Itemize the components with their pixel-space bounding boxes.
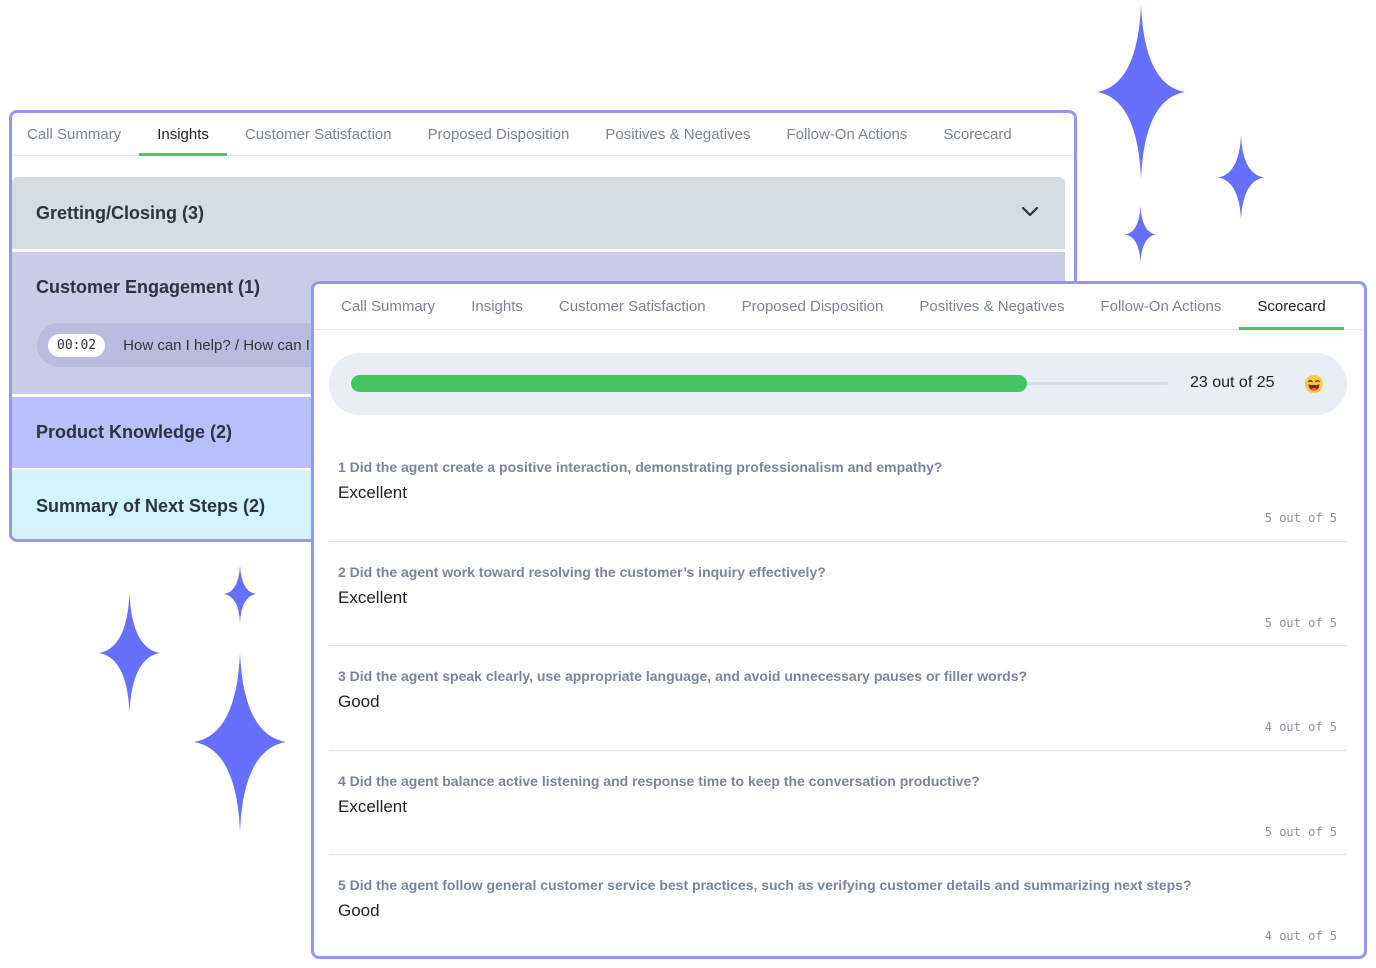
question-score: 5 out of 5	[1264, 511, 1337, 525]
question-answer: Excellent	[338, 796, 407, 816]
question-text: 1 Did the agent create a positive intera…	[338, 459, 943, 475]
tab-bar: Call Summary Insights Customer Satisfact…	[12, 113, 1074, 156]
scorecard-question: 5 Did the agent follow general customer …	[329, 855, 1347, 956]
sparkle-icon	[194, 653, 286, 831]
tab-call-summary[interactable]: Call Summary	[314, 284, 453, 329]
sparkle-icon	[1125, 206, 1156, 263]
scorecard-question: 4 Did the agent balance active listening…	[329, 751, 1347, 855]
tab-follow-on-actions[interactable]: Follow-On Actions	[1082, 284, 1239, 329]
sparkle-icon	[224, 565, 256, 623]
accordion-greeting-closing[interactable]: Gretting/Closing (3)	[12, 177, 1065, 249]
tab-follow-on-actions[interactable]: Follow-On Actions	[768, 113, 925, 155]
scorecard-question: 1 Did the agent create a positive intera…	[329, 437, 1347, 542]
transcript-snippet[interactable]: 00:02 How can I help? / How can I help y…	[37, 323, 357, 367]
tab-insights[interactable]: Insights	[139, 113, 227, 156]
accordion-title: Summary of Next Steps (2)	[36, 496, 266, 516]
question-score: 4 out of 5	[1264, 929, 1337, 943]
accordion-title: Gretting/Closing (3)	[36, 203, 204, 223]
accordion-title: Product Knowledge (2)	[36, 422, 233, 442]
question-answer: Excellent	[338, 483, 407, 502]
question-text: 5 Did the agent follow general customer …	[338, 877, 1192, 893]
question-text: 4 Did the agent balance active listening…	[338, 772, 980, 789]
question-score: 4 out of 5	[1264, 720, 1337, 734]
tab-scorecard[interactable]: Scorecard	[1239, 284, 1345, 330]
question-score: 5 out of 5	[1264, 824, 1337, 839]
tab-positives-negatives[interactable]: Positives & Negatives	[587, 113, 768, 155]
tab-customer-satisfaction[interactable]: Customer Satisfaction	[541, 284, 724, 329]
tab-proposed-disposition[interactable]: Proposed Disposition	[724, 284, 902, 329]
accordion-title: Customer Engagement (1)	[36, 277, 261, 297]
tab-customer-satisfaction[interactable]: Customer Satisfaction	[227, 113, 410, 155]
sparkle-icon	[99, 593, 160, 713]
tab-call-summary[interactable]: Call Summary	[12, 113, 139, 155]
overall-score: 23 out of 25	[1190, 374, 1275, 391]
grinning-face-icon	[1304, 374, 1324, 394]
sparkle-icon	[1097, 5, 1185, 179]
tab-insights[interactable]: Insights	[453, 284, 541, 329]
tab-bar: Call Summary Insights Customer Satisfact…	[314, 284, 1364, 330]
question-answer: Excellent	[338, 587, 407, 607]
question-answer: Good	[338, 692, 380, 711]
question-text: 2 Did the agent work toward resolving th…	[338, 563, 826, 580]
chevron-down-icon[interactable]	[1021, 205, 1039, 219]
timestamp-badge: 00:02	[48, 333, 106, 357]
scorecard-questions: 1 Did the agent create a positive intera…	[329, 437, 1347, 956]
question-answer: Good	[338, 901, 380, 920]
tab-proposed-disposition[interactable]: Proposed Disposition	[410, 113, 588, 155]
question-score: 5 out of 5	[1264, 615, 1337, 630]
sparkle-icon	[1218, 135, 1264, 220]
tab-scorecard[interactable]: Scorecard	[925, 113, 1029, 155]
scorecard-panel: Call Summary Insights Customer Satisfact…	[311, 281, 1367, 959]
overall-score-bar: 23 out of 25	[329, 353, 1347, 415]
tab-positives-negatives[interactable]: Positives & Negatives	[901, 284, 1082, 329]
question-text: 3 Did the agent speak clearly, use appro…	[338, 668, 1028, 684]
progress-fill	[351, 375, 1027, 392]
scorecard-question: 2 Did the agent work toward resolving th…	[329, 542, 1347, 646]
scorecard-question: 3 Did the agent speak clearly, use appro…	[329, 646, 1347, 751]
